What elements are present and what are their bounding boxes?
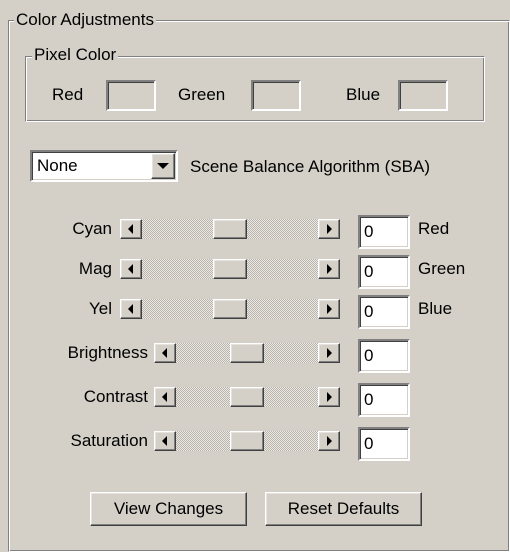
scroll-right-button[interactable] bbox=[318, 387, 340, 407]
slider-suffix-label: Red bbox=[418, 219, 450, 238]
sba-label: Scene Balance Algorithm (SBA) bbox=[190, 157, 431, 176]
blue-pixel-value bbox=[398, 80, 448, 111]
scroll-right-button[interactable] bbox=[318, 259, 340, 279]
slider-value-field[interactable]: 0 bbox=[358, 339, 410, 373]
green-label: Green bbox=[178, 85, 226, 104]
slider-saturation[interactable] bbox=[154, 431, 340, 451]
color-adjustments-title: Color Adjustments bbox=[14, 10, 156, 29]
scroll-right-button[interactable] bbox=[318, 299, 340, 319]
sba-selected-value: None bbox=[37, 156, 78, 175]
red-label: Red bbox=[52, 85, 84, 104]
slider-brightness[interactable] bbox=[154, 343, 340, 363]
slider-value-field[interactable]: 0 bbox=[358, 215, 410, 249]
slider-label: Contrast bbox=[83, 387, 148, 406]
slider-label: Cyan bbox=[72, 219, 112, 238]
pixel-color-title: Pixel Color bbox=[32, 45, 119, 64]
slider-suffix-label: Blue bbox=[418, 299, 453, 318]
view-changes-button[interactable]: View Changes bbox=[90, 492, 247, 526]
scroll-left-icon bbox=[162, 348, 167, 358]
scroll-left-icon bbox=[128, 304, 133, 314]
scroll-right-icon bbox=[327, 348, 332, 358]
color-adjustments-panel: { "group_title": "Color Adjustments", "p… bbox=[0, 0, 510, 552]
scroll-left-icon bbox=[128, 264, 133, 274]
slider-suffix-label: Green bbox=[418, 259, 466, 278]
scroll-left-button[interactable] bbox=[120, 219, 142, 239]
scroll-left-icon bbox=[128, 224, 133, 234]
sba-dropdown-button[interactable] bbox=[151, 153, 175, 179]
scroll-right-icon bbox=[327, 304, 332, 314]
scroll-right-icon bbox=[327, 224, 332, 234]
scroll-right-icon bbox=[327, 392, 332, 402]
scroll-left-icon bbox=[162, 392, 167, 402]
slider-thumb[interactable] bbox=[213, 299, 247, 319]
slider-label: Saturation bbox=[70, 431, 149, 450]
sba-select[interactable]: None bbox=[30, 150, 178, 182]
dropdown-arrow-icon bbox=[157, 163, 169, 169]
scroll-left-button[interactable] bbox=[154, 343, 176, 363]
slider-label: Yel bbox=[88, 299, 112, 318]
scroll-left-button[interactable] bbox=[154, 387, 176, 407]
slider-value-field[interactable]: 0 bbox=[358, 427, 410, 461]
slider-thumb[interactable] bbox=[230, 431, 264, 451]
blue-label: Blue bbox=[346, 85, 381, 104]
scroll-left-button[interactable] bbox=[154, 431, 176, 451]
slider-thumb[interactable] bbox=[213, 259, 247, 279]
slider-thumb[interactable] bbox=[230, 387, 264, 407]
slider-mag[interactable] bbox=[120, 259, 340, 279]
scroll-right-button[interactable] bbox=[318, 219, 340, 239]
scroll-right-button[interactable] bbox=[318, 343, 340, 363]
slider-value-field[interactable]: 0 bbox=[358, 383, 410, 417]
slider-label: Mag bbox=[78, 259, 112, 278]
slider-value-field[interactable]: 0 bbox=[358, 255, 410, 289]
slider-contrast[interactable] bbox=[154, 387, 340, 407]
slider-cyan[interactable] bbox=[120, 219, 340, 239]
slider-thumb[interactable] bbox=[213, 219, 247, 239]
slider-yel[interactable] bbox=[120, 299, 340, 319]
scroll-left-icon bbox=[162, 436, 167, 446]
scroll-right-button[interactable] bbox=[318, 431, 340, 451]
slider-value-field[interactable]: 0 bbox=[358, 295, 410, 329]
scroll-right-icon bbox=[327, 264, 332, 274]
slider-thumb[interactable] bbox=[230, 343, 264, 363]
scroll-left-button[interactable] bbox=[120, 299, 142, 319]
scroll-left-button[interactable] bbox=[120, 259, 142, 279]
slider-label: Brightness bbox=[67, 343, 148, 362]
scroll-right-icon bbox=[327, 436, 332, 446]
reset-defaults-button[interactable]: Reset Defaults bbox=[265, 492, 422, 526]
red-pixel-value bbox=[106, 80, 156, 111]
green-pixel-value bbox=[251, 80, 301, 111]
